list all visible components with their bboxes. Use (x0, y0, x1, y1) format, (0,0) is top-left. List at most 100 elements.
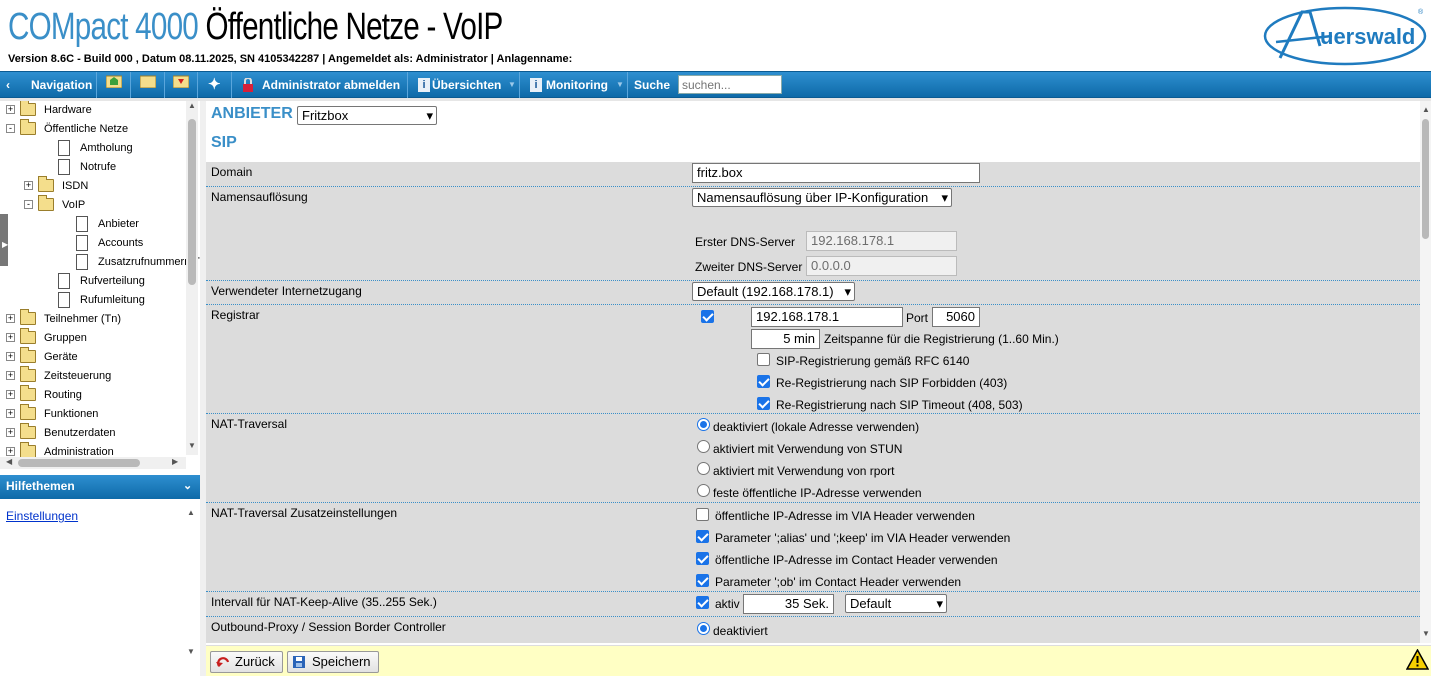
folder-icon (20, 101, 36, 116)
overviews-menu[interactable]: i Übersichten ▼ (408, 72, 520, 98)
open-folder-icon (38, 195, 54, 211)
contact-ob-checkbox[interactable] (696, 574, 709, 587)
back-button[interactable]: Zurück (210, 651, 283, 673)
reregister-403-checkbox[interactable] (757, 375, 770, 388)
internet-access-select[interactable]: Default (192.168.178.1) (692, 282, 855, 301)
keepalive-enable-checkbox[interactable] (696, 596, 709, 609)
nat-disabled-radio[interactable] (697, 418, 710, 431)
tree-item[interactable]: + Benutzerdaten (0, 423, 186, 443)
tree-item-label: Notrufe (80, 161, 117, 173)
tree-item-label: ISDN (62, 180, 89, 192)
tree-item[interactable]: Amtholung (0, 139, 186, 158)
home-button[interactable] (97, 72, 131, 98)
registrar-port-input[interactable]: 5060 (932, 307, 980, 327)
tree-item[interactable]: + Zeitsteuerung (0, 366, 186, 386)
tree-item[interactable]: - VoIP (0, 195, 186, 215)
nat-rport-radio[interactable] (697, 462, 710, 475)
wizard-button[interactable]: ✦ (198, 72, 232, 98)
tree-hscroll-thumb[interactable] (18, 459, 140, 467)
folder-arrow-icon (173, 75, 189, 88)
scroll-down-icon[interactable]: ▼ (1422, 629, 1430, 638)
tree-item[interactable]: - Öffentliche Netze (0, 119, 186, 139)
version-info: Version 8.6C - Build 000 , Datum 08.11.2… (8, 53, 573, 65)
expand-icon[interactable]: + (6, 371, 15, 380)
expand-icon[interactable]: + (6, 333, 15, 342)
keepalive-mode-select[interactable]: Default (845, 594, 947, 613)
expand-icon[interactable]: + (6, 409, 15, 418)
tree-scroll-thumb[interactable] (188, 119, 196, 285)
collapse-icon[interactable]: - (6, 124, 15, 133)
tree-item[interactable]: Rufumleitung (0, 291, 186, 310)
name-resolution-select[interactable]: Namensauflösung über IP-Konfiguration (692, 188, 952, 207)
main-scroll-thumb[interactable] (1422, 119, 1429, 239)
expand-icon[interactable]: + (6, 352, 15, 361)
main-vertical-scrollbar[interactable]: ▲ ▼ (1420, 101, 1431, 643)
collapse-icon[interactable]: - (24, 200, 33, 209)
navigation-tree: + Hardware - Öffentliche Netze Amtholung Notr… (0, 101, 200, 471)
provider-select[interactable]: Fritzbox (297, 106, 437, 125)
tree-item[interactable]: Zusatzrufnummern Tl (0, 253, 200, 272)
tree-item[interactable]: + Routing (0, 385, 186, 405)
outbound-proxy-disabled-radio[interactable] (697, 622, 710, 635)
document-icon (58, 273, 70, 289)
tree-vertical-scrollbar[interactable]: ▲ ▼ (186, 101, 198, 455)
expand-icon[interactable]: + (6, 428, 15, 437)
import-button[interactable] (165, 72, 198, 98)
scroll-up-icon[interactable]: ▲ (1422, 105, 1430, 114)
folder-icon (20, 366, 36, 382)
warning-icon[interactable] (1406, 649, 1429, 670)
keepalive-interval-input[interactable]: 35 Sek. (743, 594, 834, 614)
scroll-right-icon[interactable]: ▶ (172, 457, 178, 466)
collapse-arrow-icon[interactable]: ▶ (2, 240, 8, 249)
tree-horizontal-scrollbar[interactable]: ◀ ▶ (0, 457, 186, 469)
navigation-button[interactable]: ‹ Navigation (0, 72, 97, 98)
nat-fixed-ip-radio[interactable] (697, 484, 710, 497)
scroll-down-icon[interactable]: ▼ (187, 647, 195, 656)
tree-item[interactable]: Notrufe (0, 158, 186, 177)
chevron-down-icon[interactable]: ⌄ (183, 475, 192, 498)
via-alias-keep-checkbox[interactable] (696, 530, 709, 543)
contact-public-ip-checkbox[interactable] (696, 552, 709, 565)
document-icon (58, 159, 70, 175)
expand-icon[interactable]: + (6, 105, 15, 114)
registrar-enable-checkbox[interactable] (701, 310, 714, 323)
monitoring-menu[interactable]: i Monitoring ▼ (520, 72, 628, 98)
scroll-up-icon[interactable]: ▲ (187, 508, 195, 517)
expand-icon[interactable]: + (6, 390, 15, 399)
scroll-up-icon[interactable]: ▲ (188, 101, 196, 110)
tree-item[interactable]: Rufverteilung (0, 272, 186, 291)
tree-item[interactable]: + ISDN (0, 176, 186, 196)
scroll-down-icon[interactable]: ▼ (188, 441, 196, 450)
via-public-ip-checkbox[interactable] (696, 508, 709, 521)
tree-item[interactable]: + Hardware (0, 101, 186, 120)
undo-arrow-icon (216, 657, 230, 667)
search-input[interactable] (678, 75, 782, 94)
nat-stun-radio[interactable] (697, 440, 710, 453)
tree-item[interactable]: + Gruppen (0, 328, 186, 348)
expand-icon[interactable]: + (24, 181, 33, 190)
tree-item[interactable]: + Funktionen (0, 404, 186, 424)
tree-item[interactable]: Anbieter (0, 215, 186, 234)
folder-button[interactable] (131, 72, 165, 98)
help-link-settings[interactable]: Einstellungen (6, 509, 78, 523)
tree-item[interactable]: + Geräte (0, 347, 186, 367)
expand-icon[interactable]: + (6, 447, 15, 456)
scroll-left-icon[interactable]: ◀ (6, 457, 12, 466)
registrar-address-input[interactable]: 192.168.178.1 (751, 307, 903, 327)
rfc6140-checkbox[interactable] (757, 353, 770, 366)
dns1-input[interactable]: 192.168.178.1 (806, 231, 957, 251)
open-folder-icon (20, 119, 36, 135)
help-topics-header[interactable]: Hilfethemen ⌄ (0, 475, 200, 499)
info-icon: i (530, 78, 542, 92)
logout-button[interactable]: Administrator abmelden (232, 72, 408, 98)
dns2-input[interactable]: 0.0.0.0 (806, 256, 957, 276)
reregister-timeout-checkbox[interactable] (757, 397, 770, 410)
tree-item[interactable]: Accounts (0, 234, 186, 253)
save-button[interactable]: Speichern (287, 651, 379, 673)
registration-interval-input[interactable]: 5 min (751, 329, 820, 349)
folder-icon (20, 423, 36, 439)
expand-icon[interactable]: + (6, 314, 15, 323)
tree-item-label: Öffentliche Netze (44, 123, 129, 135)
tree-item[interactable]: + Teilnehmer (Tn) (0, 309, 186, 329)
domain-input[interactable]: fritz.box (692, 163, 980, 183)
